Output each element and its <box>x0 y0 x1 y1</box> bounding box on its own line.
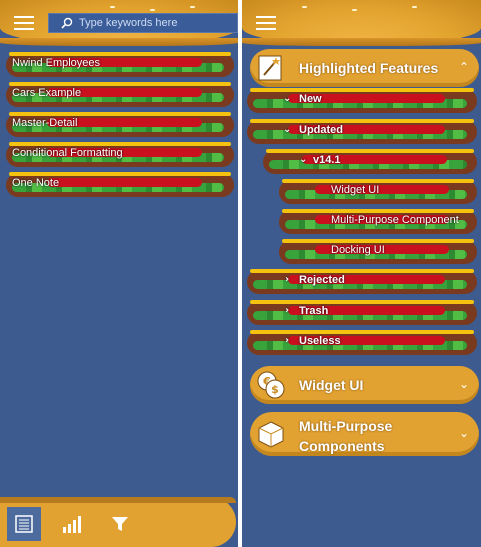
group-title: Highlighted Features <box>299 60 439 76</box>
list-item-label: One Note <box>12 177 60 189</box>
list-item-label: Cars Example <box>12 87 82 99</box>
chevron-down-icon: ⌄ <box>283 93 292 104</box>
svg-text:$: $ <box>271 383 279 396</box>
list-item-nwind-employees[interactable]: Nwind Employees <box>6 50 234 80</box>
tree-item-label: Updated <box>299 124 343 136</box>
group-title-line2: Components <box>299 438 385 454</box>
group-multi-purpose-components[interactable]: Multi-Purpose Components ⌄ <box>250 412 479 456</box>
tree-item-new[interactable]: ⌄ New <box>247 86 477 116</box>
list-item-label: Master-Detail <box>12 117 78 129</box>
coins-icon: €$ <box>257 371 285 399</box>
cube-icon <box>258 421 284 448</box>
hamburger-menu-icon[interactable] <box>256 16 276 30</box>
chevron-right-icon: › <box>285 274 290 285</box>
tree-item-label: Useless <box>299 335 341 347</box>
top-bun <box>242 0 481 46</box>
list-item-one-note[interactable]: One Note <box>6 170 234 200</box>
right-pane: Highlighted Features ⌃ ⌄ New ⌄ Updated ⌄… <box>242 0 481 547</box>
tab-list[interactable] <box>7 507 41 541</box>
tab-chart[interactable] <box>55 507 89 541</box>
tree-item-label: Rejected <box>299 274 345 286</box>
list-item-label: Nwind Employees <box>12 57 101 69</box>
tree-item-v14-1[interactable]: ⌄ v14.1 <box>263 147 477 177</box>
tree-item-label: Multi-Purpose Component <box>331 214 459 226</box>
list-item-cars-example[interactable]: Cars Example <box>6 80 234 110</box>
tree-item-widget-ui[interactable]: Widget UI <box>279 177 477 207</box>
chevron-down-icon: ⌄ <box>283 124 292 135</box>
chevron-up-icon: ⌃ <box>458 60 469 74</box>
search-box[interactable] <box>48 13 238 33</box>
tree-item-updated[interactable]: ⌄ Updated <box>247 117 477 147</box>
tree-item-label: v14.1 <box>313 154 341 166</box>
group-widget-ui[interactable]: € $ Widget UI ⌄ <box>250 366 479 404</box>
filter-icon <box>112 517 128 531</box>
tab-filter[interactable] <box>103 507 137 541</box>
search-icon <box>61 17 73 29</box>
list-item-conditional-formatting[interactable]: Conditional Formatting <box>6 140 234 170</box>
bottom-bun-toolbar <box>0 497 236 547</box>
tree-item-trash[interactable]: › Trash <box>247 298 477 328</box>
hamburger-menu-icon[interactable] <box>14 16 34 30</box>
left-pane: Nwind Employees Cars Example Master-Deta… <box>0 0 238 547</box>
tree-item-label: Trash <box>299 305 329 317</box>
tree-item-label: Widget UI <box>331 184 380 196</box>
tree-item-docking-ui[interactable]: Docking UI <box>279 237 477 267</box>
list-item-label: Conditional Formatting <box>12 147 123 159</box>
tree-item-multi-purpose-component[interactable]: Multi-Purpose Component <box>279 207 477 237</box>
chevron-down-icon: ⌄ <box>458 426 469 440</box>
chevron-right-icon: › <box>285 335 290 346</box>
tree-item-useless[interactable]: › Useless <box>247 328 477 358</box>
tree-item-label: Docking UI <box>331 244 385 256</box>
tree-item-rejected[interactable]: › Rejected <box>247 267 477 297</box>
group-title-line1: Multi-Purpose <box>299 418 393 434</box>
list-icon <box>15 515 33 533</box>
group-title: Widget UI <box>299 377 364 393</box>
tree-item-label: New <box>299 93 322 105</box>
search-input[interactable] <box>79 17 229 29</box>
chevron-right-icon: › <box>285 305 290 316</box>
bar-chart-icon <box>63 516 81 533</box>
group-highlighted-features[interactable]: Highlighted Features ⌃ <box>250 49 479 87</box>
chevron-down-icon: ⌄ <box>299 154 308 165</box>
magic-wand-icon <box>258 55 282 81</box>
chevron-down-icon: ⌄ <box>458 377 469 391</box>
list-item-master-detail[interactable]: Master-Detail <box>6 110 234 140</box>
